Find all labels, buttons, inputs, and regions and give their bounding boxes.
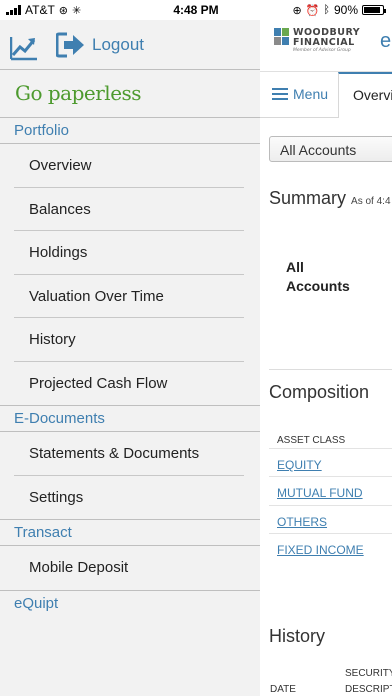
logout-button[interactable]: Logout: [56, 32, 144, 58]
logo-line3: Member of Advisor Group: [293, 48, 351, 53]
all-accounts-label: All Accounts: [286, 259, 350, 294]
history-descript-label: DESCRIPT: [345, 684, 392, 695]
asset-link-fixed-income[interactable]: FIXED INCOME: [277, 543, 364, 557]
history-security-label: SECURITY: [345, 668, 392, 679]
chart-trend-icon[interactable]: [10, 33, 38, 61]
sidebar: Logout Go paperless Portfolio Overview B…: [0, 20, 260, 696]
nav-item-mobile-deposit[interactable]: Mobile Deposit: [14, 546, 260, 590]
woodbury-logo: WOODBURY FINANCIAL Member of Advisor Gro…: [274, 28, 360, 54]
section-portfolio[interactable]: Portfolio: [0, 118, 260, 144]
asset-row: FIXED INCOME: [269, 533, 392, 561]
main-header: WOODBURY FINANCIAL Member of Advisor Gro…: [260, 20, 392, 72]
hamburger-icon: [272, 88, 288, 100]
history-security-header: SECURITY DESCRIPT: [345, 666, 392, 696]
nav-item-statements-documents[interactable]: Statements & Documents: [14, 432, 244, 476]
asset-link-mutual-fund[interactable]: MUTUAL FUND: [277, 486, 363, 500]
summary-title: Summary: [269, 188, 347, 208]
logo-line2: FINANCIAL: [293, 36, 355, 48]
app-brand-partial: e: [380, 30, 392, 52]
portfolio-group: Overview Balances Holdings Valuation Ove…: [0, 144, 260, 406]
asset-row: EQUITY: [269, 448, 392, 476]
nav-item-valuation-over-time[interactable]: Valuation Over Time: [14, 275, 244, 318]
battery-icon: [362, 5, 386, 15]
nav-item-overview[interactable]: Overview: [14, 144, 244, 188]
account-select[interactable]: All Accounts: [269, 136, 392, 162]
logout-icon: [56, 32, 84, 58]
asset-row: MUTUAL FUND: [269, 476, 392, 504]
divider: [269, 369, 392, 370]
edocs-group: Statements & Documents Settings: [0, 432, 260, 520]
go-paperless-banner[interactable]: Go paperless: [0, 70, 260, 118]
logout-label: Logout: [92, 35, 144, 54]
nav-item-projected-cash-flow[interactable]: Projected Cash Flow: [14, 362, 260, 406]
summary-asof: As of 4:4: [351, 196, 391, 207]
nav-item-history[interactable]: History: [14, 318, 244, 362]
nav-item-settings[interactable]: Settings: [14, 476, 260, 520]
main-content: WOODBURY FINANCIAL Member of Advisor Gro…: [260, 20, 392, 696]
bluetooth-icon: ᛒ: [323, 4, 330, 16]
asset-link-others[interactable]: OTHERS: [277, 515, 327, 529]
tab-overview[interactable]: Overvi: [338, 72, 392, 118]
history-date-header: DATE: [270, 684, 296, 695]
tab-bar: Menu Overvi: [260, 72, 392, 118]
sidebar-header: Logout: [0, 20, 260, 70]
woodbury-logo-mark: [274, 28, 289, 45]
asset-row: OTHERS: [269, 505, 392, 533]
history-title: History: [269, 626, 326, 646]
section-e-documents[interactable]: E-Documents: [0, 406, 260, 432]
status-right: ⊕ ⏰ ᛒ 90%: [292, 3, 386, 17]
asset-class-header: ASSET CLASS: [277, 435, 346, 446]
status-bar: AT&T ⊛ ✳ 4:48 PM ⊕ ⏰ ᛒ 90%: [0, 0, 392, 20]
asset-link-equity[interactable]: EQUITY: [277, 458, 322, 472]
alarm-icon: ⏰: [305, 4, 320, 17]
transact-group: Mobile Deposit: [0, 546, 260, 591]
menu-button[interactable]: Menu: [272, 86, 328, 102]
nav-item-holdings[interactable]: Holdings: [14, 231, 244, 275]
rotation-lock-icon: ⊕: [292, 4, 302, 17]
summary-heading: Summary As of 4:4: [269, 188, 391, 209]
section-equipt[interactable]: eQuipt: [0, 591, 260, 617]
composition-title: Composition: [269, 382, 370, 402]
battery-percent: 90%: [333, 3, 358, 17]
section-transact[interactable]: Transact: [0, 520, 260, 546]
menu-label: Menu: [293, 86, 329, 102]
nav-item-balances[interactable]: Balances: [14, 188, 244, 231]
